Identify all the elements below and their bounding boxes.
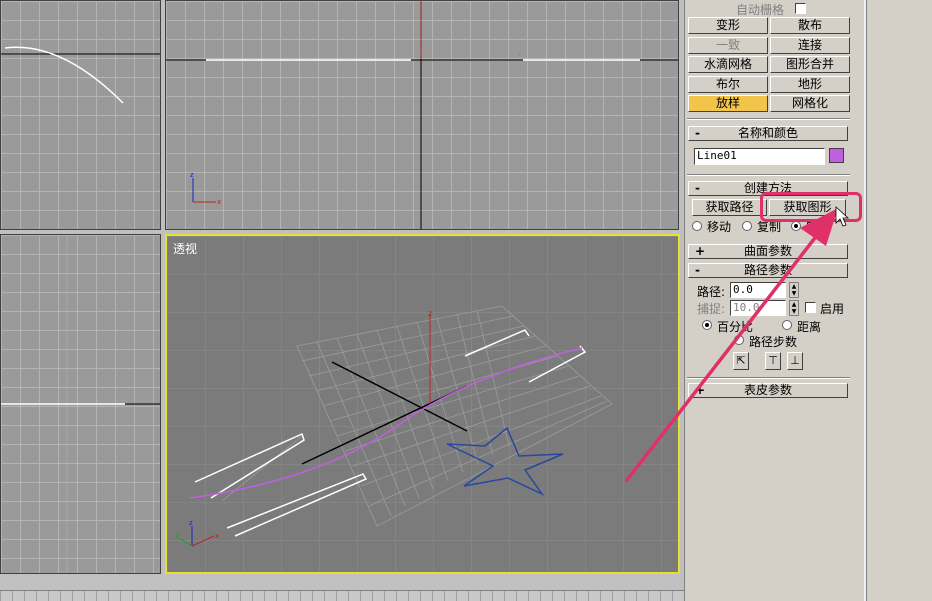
compound-button-8[interactable]: 放样 — [688, 95, 768, 112]
compound-button-6[interactable]: 布尔 — [688, 75, 768, 93]
compound-button-2[interactable]: 一致 — [688, 36, 768, 54]
compound-button-0[interactable]: 变形 — [688, 17, 768, 34]
compound-button-1[interactable]: 散布 — [770, 17, 850, 34]
compound-button-9[interactable]: 网格化 — [770, 95, 850, 112]
max-window: · · z x 透视 z z x y 自动栅格 - 名称和颜色 Line01 -… — [0, 0, 932, 601]
compound-button-5[interactable]: 图形合并 — [770, 56, 850, 73]
compound-button-3[interactable]: 连接 — [770, 36, 850, 54]
compound-button-7[interactable]: 地形 — [770, 75, 850, 93]
compound-button-4[interactable]: 水滴网格 — [688, 56, 768, 73]
